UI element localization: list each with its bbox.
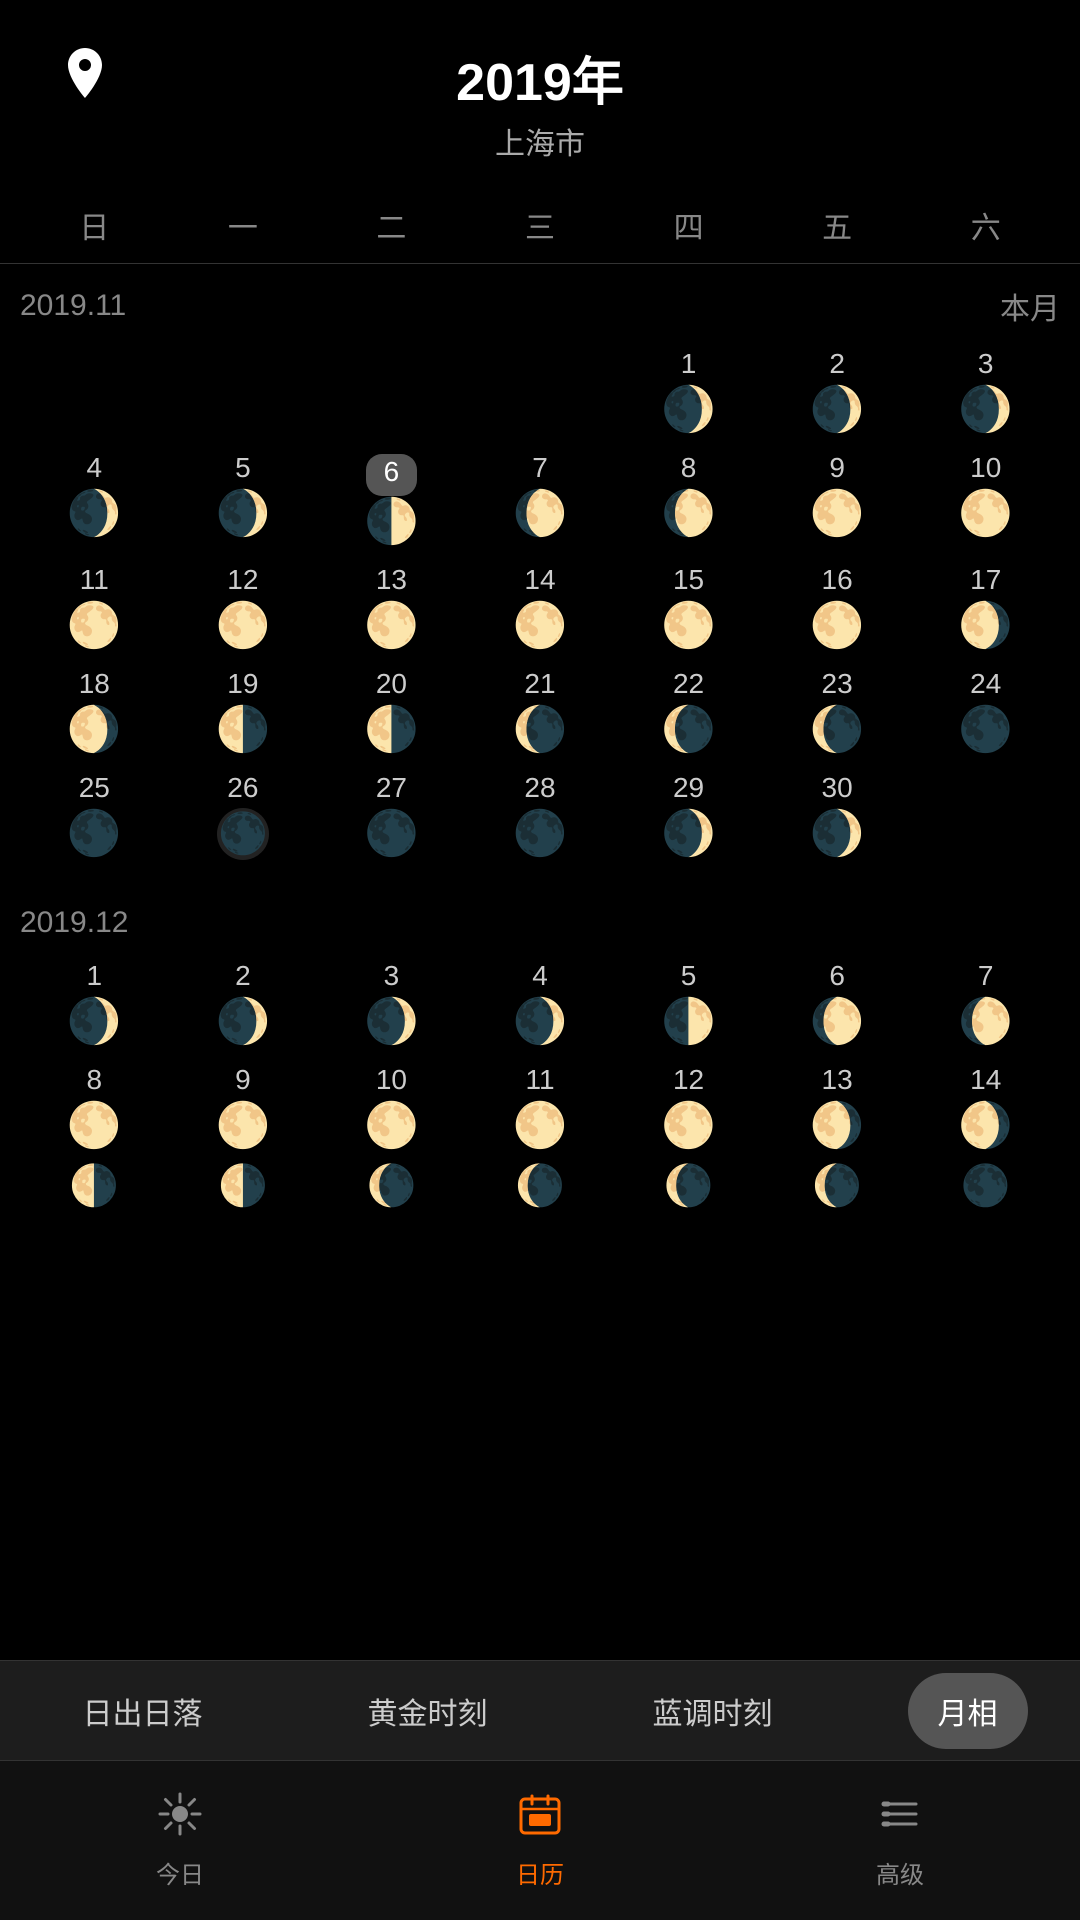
dec-day-11[interactable]: 11 🌕 — [466, 1060, 615, 1158]
november-header: 2019.11 本月 — [20, 284, 1060, 328]
calendar-icon — [518, 1792, 562, 1847]
mode-golden-hour[interactable]: 黄金时刻 — [338, 1673, 518, 1749]
day-11[interactable]: 11 🌕 — [20, 560, 169, 658]
city-label: 上海市 — [0, 119, 1080, 163]
dec-day-6[interactable]: 6 🌔 — [763, 956, 912, 1054]
day-5[interactable]: 5 🌒 — [169, 448, 318, 554]
year-label: 2019年 — [0, 40, 1080, 115]
mode-sunrise-sunset[interactable]: 日出日落 — [53, 1673, 233, 1749]
november-label: 2019.11 — [20, 289, 126, 323]
dec-day-1[interactable]: 1 🌒 — [20, 956, 169, 1054]
tab-advanced-label: 高级 — [876, 1855, 924, 1890]
day-2[interactable]: 2 🌒 — [763, 344, 912, 442]
day-7[interactable]: 7 🌔 — [466, 448, 615, 554]
tab-today-label: 今日 — [156, 1855, 204, 1890]
day-26[interactable]: 26 🌑 — [169, 768, 318, 866]
table-row — [20, 344, 169, 442]
weekday-tue: 二 — [317, 203, 466, 247]
day-23[interactable]: 23 🌘 — [763, 664, 912, 762]
dec-day-14[interactable]: 14 🌖 — [911, 1060, 1060, 1158]
mode-moon-phase[interactable]: 月相 — [908, 1673, 1028, 1749]
table-row — [466, 344, 615, 442]
day-29[interactable]: 29 🌒 — [614, 768, 763, 866]
day-13[interactable]: 13 🌕 — [317, 560, 466, 658]
day-15[interactable]: 15 🌕 — [614, 560, 763, 658]
december-grid: 1 🌒 2 🌒 3 🌒 4 🌒 5 🌓 6 🌔 7 🌔 8 — [20, 956, 1060, 1158]
day-17[interactable]: 17 🌖 — [911, 560, 1060, 658]
day-18[interactable]: 18 🌖 — [20, 664, 169, 762]
dec-day-5[interactable]: 5 🌓 — [614, 956, 763, 1054]
day-21[interactable]: 21 🌘 — [466, 664, 615, 762]
list-icon — [878, 1792, 922, 1847]
dec-day-12[interactable]: 12 🌕 — [614, 1060, 763, 1158]
sun-icon — [158, 1792, 202, 1847]
day-19[interactable]: 19 🌗 — [169, 664, 318, 762]
day-20[interactable]: 20 🌗 — [317, 664, 466, 762]
tab-today[interactable]: 今日 — [0, 1792, 360, 1890]
weekday-thu: 四 — [614, 203, 763, 247]
day-28[interactable]: 28 🌑 — [466, 768, 615, 866]
tab-calendar[interactable]: 日历 — [360, 1792, 720, 1890]
day-12[interactable]: 12 🌕 — [169, 560, 318, 658]
dec-day-10[interactable]: 10 🌕 — [317, 1060, 466, 1158]
december-header: 2019.12 — [20, 906, 1060, 940]
day-1[interactable]: 1 🌒 — [614, 344, 763, 442]
day-24[interactable]: 24 🌑 — [911, 664, 1060, 762]
tab-calendar-label: 日历 — [516, 1855, 564, 1890]
tab-bar: 今日 日历 高级 — [0, 1760, 1080, 1920]
dec-day-4[interactable]: 4 🌒 — [466, 956, 615, 1054]
november-grid: 1 🌒 2 🌒 3 🌒 4 🌒 5 🌒 6 🌓 7 🌔 — [20, 344, 1060, 866]
day-30[interactable]: 30 🌒 — [763, 768, 912, 866]
tab-advanced[interactable]: 高级 — [720, 1792, 1080, 1890]
weekday-mon: 一 — [169, 203, 318, 247]
day-4[interactable]: 4 🌒 — [20, 448, 169, 554]
mode-blue-hour[interactable]: 蓝调时刻 — [623, 1673, 803, 1749]
december-label: 2019.12 — [20, 906, 128, 940]
location-icon[interactable] — [60, 48, 110, 98]
december-section: 2019.12 1 🌒 2 🌒 3 🌒 4 🌒 5 🌓 6 🌔 7 — [0, 906, 1080, 1158]
dec-day-2[interactable]: 2 🌒 — [169, 956, 318, 1054]
dec-day-9[interactable]: 9 🌕 — [169, 1060, 318, 1158]
mode-bar: 日出日落 黄金时刻 蓝调时刻 月相 — [0, 1660, 1080, 1760]
dec-day-13[interactable]: 13 🌖 — [763, 1060, 912, 1158]
day-9[interactable]: 9 🌕 — [763, 448, 912, 554]
weekday-sat: 六 — [911, 203, 1060, 247]
weekday-wed: 三 — [466, 203, 615, 247]
weekday-header: 日 一 二 三 四 五 六 — [0, 183, 1080, 264]
dec-day-8[interactable]: 8 🌕 — [20, 1060, 169, 1158]
day-10[interactable]: 10 🌕 — [911, 448, 1060, 554]
dec-day-7[interactable]: 7 🌔 — [911, 956, 1060, 1054]
weekday-fri: 五 — [763, 203, 912, 247]
day-22[interactable]: 22 🌘 — [614, 664, 763, 762]
dec-day-3[interactable]: 3 🌒 — [317, 956, 466, 1054]
day-16[interactable]: 16 🌕 — [763, 560, 912, 658]
table-row — [169, 344, 318, 442]
november-section: 2019.11 本月 1 🌒 2 🌒 3 🌒 4 🌒 5 🌒 — [0, 284, 1080, 866]
day-25[interactable]: 25 🌑 — [20, 768, 169, 866]
day-6-today[interactable]: 6 🌓 — [317, 448, 466, 554]
day-14[interactable]: 14 🌕 — [466, 560, 615, 658]
table-row — [317, 344, 466, 442]
weekday-sun: 日 — [20, 203, 169, 247]
day-8[interactable]: 8 🌔 — [614, 448, 763, 554]
header: 2019年 上海市 — [0, 0, 1080, 173]
day-3[interactable]: 3 🌒 — [911, 344, 1060, 442]
day-27[interactable]: 27 🌑 — [317, 768, 466, 866]
partial-row: 🌗 🌗 🌘 🌘 🌘 🌘 🌑 — [0, 1162, 1080, 1212]
this-month-label: 本月 — [1000, 284, 1060, 328]
